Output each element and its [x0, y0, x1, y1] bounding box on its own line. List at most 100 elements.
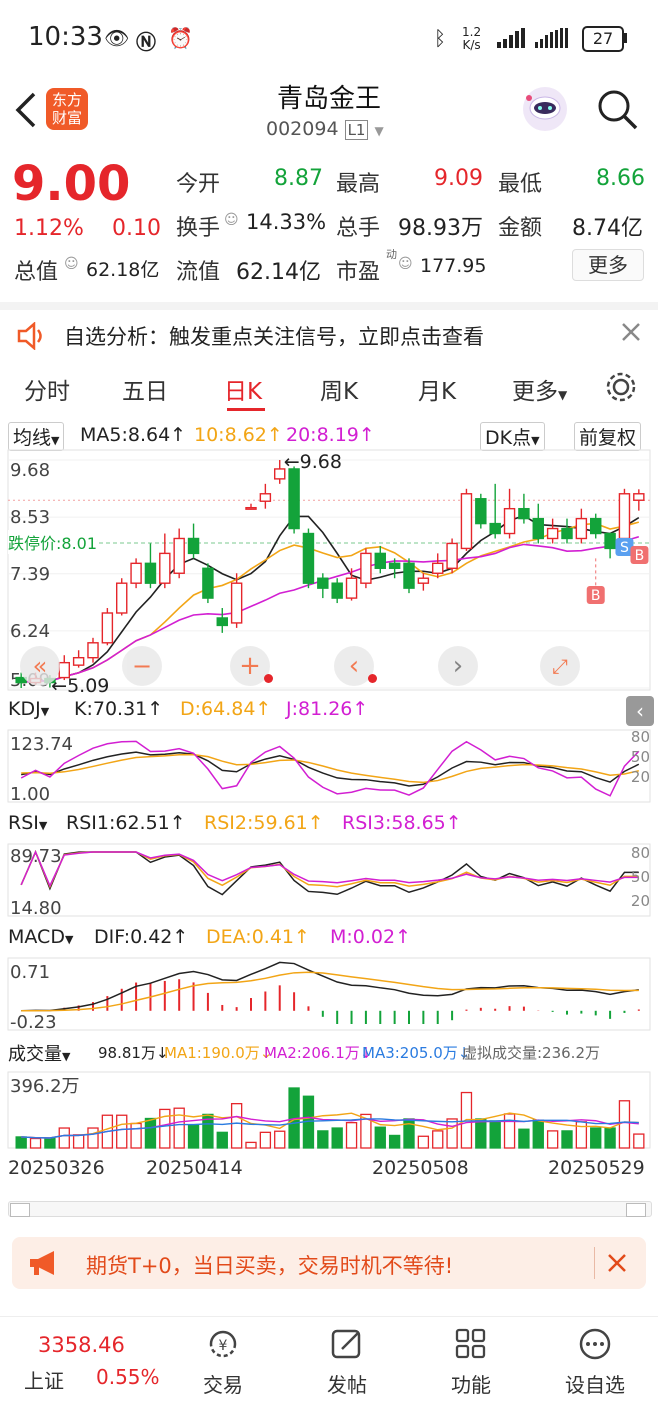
candle-body: [561, 527, 573, 540]
tab-intraday[interactable]: 分时: [24, 372, 70, 406]
limit-down-label: 跌停价:8.01: [8, 530, 98, 554]
kdj-selector[interactable]: KDJ▼: [8, 698, 49, 720]
volume-bar: [546, 1130, 559, 1149]
tab-daily-k[interactable]: 日K: [224, 372, 262, 406]
candle-body: [72, 656, 85, 666]
tab-more[interactable]: 更多▼: [512, 372, 567, 406]
nav-functions[interactable]: 功能: [426, 1317, 516, 1417]
pe-info-icon[interactable]: ☺: [398, 256, 413, 272]
scrollbar-handle-right[interactable]: [626, 1203, 646, 1217]
pe-label: 市盈: [336, 260, 381, 285]
macd-selector[interactable]: MACD▼: [8, 926, 73, 948]
volume-bar: [130, 1122, 142, 1149]
volume-bar: [633, 1133, 645, 1149]
nfc-icon: Ⓝ: [136, 30, 156, 54]
volume-selector[interactable]: 成交量▼: [8, 1040, 70, 1066]
notice-bar[interactable]: 自选分析：触发重点关注信号，立即点击查看: [0, 302, 658, 362]
nav-post-label: 发帖: [327, 1373, 367, 1397]
candle-body: [518, 507, 530, 520]
zoom-out-button[interactable]: −: [122, 646, 162, 686]
macd-dea-line: [21, 971, 639, 1012]
volume-bar: [590, 1127, 602, 1149]
index-name: 上证: [24, 1369, 64, 1393]
tab-monthly-k[interactable]: 月K: [418, 372, 456, 406]
candle-body: [144, 562, 157, 584]
search-icon[interactable]: [596, 88, 640, 132]
volume-bar: [144, 1117, 157, 1149]
candle-body: [331, 582, 343, 599]
candle-body: [288, 468, 300, 530]
nav-add-watchlist[interactable]: 设自选: [550, 1317, 640, 1417]
index-change: 0.55%: [96, 1365, 160, 1389]
candle-body: [202, 567, 214, 599]
tab-five-day[interactable]: 五日: [122, 372, 168, 406]
volume-bar: [15, 1136, 27, 1149]
rsi-level-label: 80: [631, 844, 650, 862]
volume-bar: [604, 1127, 616, 1149]
close-icon[interactable]: [620, 321, 642, 343]
candle-body: [633, 493, 645, 501]
volume-bar: [317, 1130, 329, 1149]
volume-bar: [159, 1108, 171, 1149]
promo-divider: [594, 1247, 595, 1279]
signal2-icon: [535, 28, 568, 48]
volume-bar: [44, 1137, 56, 1149]
tab-more-label: 更多: [512, 379, 558, 405]
scrollbar-handle-left[interactable]: [10, 1203, 30, 1217]
open-label: 今开: [176, 172, 221, 197]
promo-text: 期货T+0，当日买卖，交易时机不等待!: [86, 1254, 454, 1278]
date-label: 20250508: [372, 1157, 469, 1179]
more-button[interactable]: 更多: [572, 249, 644, 281]
more-dots-icon: [579, 1328, 611, 1360]
scroll-right-button[interactable]: ›: [438, 646, 478, 686]
nav-trade[interactable]: ¥ 交易: [178, 1317, 268, 1417]
nav-post[interactable]: 发帖: [302, 1317, 392, 1417]
volume-bar: [87, 1127, 99, 1149]
quote-panel: 9.00 1.12% 0.10 今开 8.87 最高 9.09 最低 8.66 …: [0, 148, 658, 294]
candle-body: [590, 517, 602, 535]
volume-bar: [532, 1119, 544, 1149]
index-ticker[interactable]: 3358.46 上证 0.55%: [8, 1317, 160, 1417]
chart-scrollbar[interactable]: [8, 1201, 652, 1217]
buy-marker-2-label: B: [591, 588, 601, 604]
kdj-level-label: 50: [631, 748, 650, 766]
fullscreen-button[interactable]: ⤢: [540, 646, 580, 686]
speaker-icon: [17, 322, 42, 350]
candle-body: [317, 577, 329, 589]
turnover-value: 14.33%: [246, 210, 327, 234]
collapse-panel-button[interactable]: ‹: [626, 696, 654, 726]
volume-bar: [561, 1130, 573, 1149]
promo-close-icon[interactable]: [606, 1252, 628, 1274]
scroll-left-fast-button[interactable]: «: [20, 646, 60, 686]
rsi-selector[interactable]: RSI▼: [8, 812, 47, 834]
candle-body: [345, 577, 358, 599]
date-label: 20250414: [146, 1157, 243, 1179]
kdj-d-legend: D:64.84↑: [180, 698, 272, 720]
mktcap-info-icon[interactable]: ☺: [64, 256, 79, 272]
promo-banner[interactable]: 期货T+0，当日买卖，交易时机不等待!: [12, 1237, 646, 1289]
settings-gear-icon[interactable]: [604, 370, 638, 404]
robot-assistant-icon[interactable]: [520, 84, 570, 134]
candle-body: [532, 517, 545, 540]
nav-functions-label: 功能: [451, 1373, 491, 1397]
volume-bar: [345, 1122, 358, 1149]
change-pct: 1.12%: [14, 216, 84, 241]
trade-yen-icon: ¥: [209, 1330, 237, 1358]
stock-code-row[interactable]: 002094 L1 ▼: [266, 118, 384, 140]
level-tag: L1: [344, 120, 369, 140]
volume-bar: [518, 1128, 530, 1149]
open-value: 8.87: [274, 166, 323, 191]
nav-header: 东方 财富 青岛金王 002094 L1 ▼: [0, 78, 658, 146]
candle-body: [187, 537, 200, 555]
macd-caret-icon: ▼: [64, 933, 74, 946]
candle-body: [417, 577, 430, 584]
macd-dea-legend: DEA:0.41↑: [206, 926, 310, 948]
tab-weekly-k[interactable]: 周K: [320, 372, 358, 406]
period-tabs: 分时 五日 日K 周K 月K 更多▼: [0, 360, 658, 412]
candle-body: [245, 506, 257, 510]
candle-body: [173, 537, 185, 574]
float-value: 62.14亿: [236, 260, 321, 285]
kdj-level-label: 20: [631, 768, 650, 786]
info-icon[interactable]: ☺: [224, 212, 239, 228]
stock-code: 002094: [266, 118, 339, 140]
